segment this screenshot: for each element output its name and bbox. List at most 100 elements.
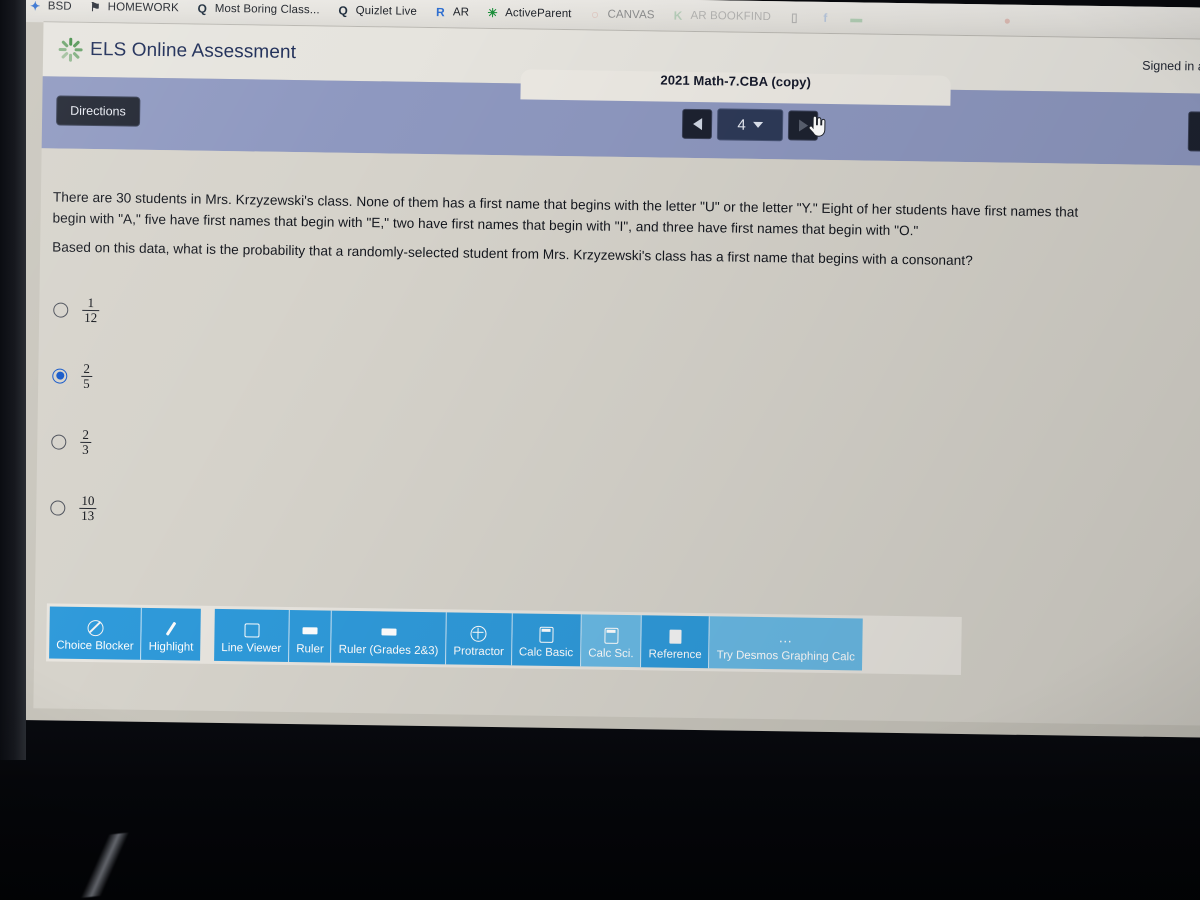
answer-choice-1[interactable]: 1 12: [53, 276, 100, 343]
quizlet-q-icon: Q: [338, 3, 348, 18]
tools-group-1: Choice Blocker Highlight: [49, 606, 201, 661]
pencil-icon: [165, 619, 177, 638]
answer-choices: 1 12 2 5 2 3 10 13: [50, 276, 100, 541]
chevron-down-icon: [752, 121, 763, 128]
document-icon: [669, 627, 682, 646]
tools-gap: [200, 609, 215, 661]
choice-fraction: 2 5: [81, 360, 92, 391]
prev-arrow-icon: [692, 117, 702, 131]
tool-label: Ruler: [296, 643, 324, 656]
calculator-icon: [604, 626, 619, 645]
tool-protractor[interactable]: Protractor: [446, 612, 513, 666]
bookmark-quizlet-live[interactable]: Q Quizlet Live: [336, 3, 418, 19]
tool-label: Calc Basic: [518, 646, 574, 660]
question-paragraph-1: There are 30 students in Mrs. Krzyzewski…: [52, 189, 1079, 239]
bookmark-most-boring-class[interactable]: Q Most Boring Class...: [195, 1, 320, 18]
bookmark-label: Quizlet Live: [355, 4, 418, 18]
quizlet-q-icon: Q: [197, 1, 208, 16]
line-viewer-icon: [243, 621, 260, 640]
no-entry-icon: [87, 618, 104, 637]
fraction-numerator: 2: [83, 360, 91, 376]
bookmark-extra-3[interactable]: ▬: [849, 11, 864, 26]
tool-ruler[interactable]: Ruler: [289, 610, 333, 663]
tool-label: Line Viewer: [221, 642, 282, 656]
bookmark-extra-4[interactable]: ●: [1000, 13, 1015, 28]
calculator-icon: [539, 625, 554, 644]
fraction-denominator: 3: [80, 441, 91, 457]
ellipsis-icon: …: [778, 629, 794, 646]
monitor-bezel-left: [0, 0, 26, 760]
bell-icon: ⚑: [89, 0, 101, 15]
tool-ruler-grades-2-3[interactable]: Ruler (Grades 2&3): [331, 610, 448, 665]
tool-choice-blocker[interactable]: Choice Blocker: [49, 606, 143, 660]
next-page-button[interactable]: [787, 110, 826, 141]
star-icon: ✦: [30, 0, 41, 14]
prev-page-button[interactable]: [681, 108, 713, 140]
next-arrow-icon: [798, 119, 808, 132]
radio-button[interactable]: [51, 433, 67, 450]
tool-line-viewer[interactable]: Line Viewer: [214, 608, 290, 663]
page-number-value: 4: [737, 116, 746, 134]
tool-label: Protractor: [453, 645, 505, 659]
answer-choice-2[interactable]: 2 5: [52, 342, 99, 409]
bookmark-ar[interactable]: R AR: [433, 5, 469, 21]
answer-choice-4[interactable]: 10 13: [50, 474, 97, 541]
brand: ELS Online Assessment: [57, 36, 296, 66]
tool-reference[interactable]: Reference: [641, 615, 711, 669]
bookmark-homework[interactable]: ⚑ HOMEWORK: [88, 0, 179, 16]
question-content: There are 30 students in Mrs. Krzyzewski…: [33, 148, 1200, 726]
directions-button[interactable]: Directions: [55, 95, 141, 127]
bookmark-canvas[interactable]: ◌ CANVAS: [587, 7, 654, 23]
radio-button[interactable]: [50, 499, 66, 516]
fraction-denominator: 13: [79, 507, 97, 523]
red-dot-icon: ●: [1003, 13, 1012, 28]
bookmark-label: HOMEWORK: [107, 1, 179, 15]
spinner-logo-icon: [57, 36, 83, 62]
bookmark-ar-bookfind[interactable]: K AR BOOKFIND: [670, 8, 771, 24]
green-tag-icon: ▬: [850, 11, 863, 26]
radio-button[interactable]: [53, 301, 69, 318]
toolbar-right-button[interactable]: [1187, 111, 1200, 152]
renaissance-r-icon: R: [435, 5, 445, 20]
fraction-numerator: 10: [81, 492, 95, 508]
bookmark-label: AR BOOKFIND: [690, 9, 771, 24]
question-paragraph-2: Based on this data, what is the probabil…: [52, 239, 973, 269]
renaissance-k-icon: K: [673, 8, 683, 23]
monitor-photo: ✦ BSD ⚑ HOMEWORK Q Most Boring Class... …: [0, 0, 1200, 900]
answer-choice-3[interactable]: 2 3: [51, 408, 98, 475]
choice-fraction: 2 3: [80, 426, 91, 457]
signed-in-label: Signed in as: [1142, 58, 1200, 74]
light-streak: [69, 831, 145, 899]
tool-desmos-graphing-calc[interactable]: … Try Desmos Graphing Calc: [709, 616, 863, 671]
page-navigation: 4: [681, 108, 826, 142]
tool-label: Calc Sci.: [588, 647, 634, 661]
fraction-denominator: 5: [81, 375, 92, 391]
protractor-icon: [470, 624, 488, 643]
radio-button-selected[interactable]: [52, 367, 68, 384]
tool-calc-sci[interactable]: Calc Sci.: [581, 614, 643, 668]
fraction-numerator: 1: [87, 294, 95, 310]
ruler-icon: [381, 623, 397, 642]
bookmark-extra-1[interactable]: ▯: [787, 10, 802, 25]
hand-cursor-icon: [808, 115, 826, 137]
tool-calc-basic[interactable]: Calc Basic: [511, 613, 582, 667]
tools-group-2: Line Viewer Ruler Ruler (Grades 2&3) Pro…: [214, 608, 863, 671]
tool-label: Reference: [648, 648, 702, 662]
bookmark-extra-2[interactable]: f: [818, 10, 833, 25]
facebook-icon: f: [823, 10, 828, 25]
bookmark-label: AR: [452, 6, 470, 19]
bookmark-bsd[interactable]: ✦ BSD: [28, 0, 72, 14]
tool-highlight[interactable]: Highlight: [141, 607, 201, 661]
tool-label: Ruler (Grades 2&3): [338, 643, 439, 658]
bookmark-label: CANVAS: [607, 8, 655, 22]
globe-icon: ☀: [487, 5, 499, 21]
keyboard-icon: ▯: [790, 10, 798, 25]
choice-fraction: 10 13: [79, 492, 97, 523]
fraction-numerator: 2: [82, 426, 90, 442]
tool-label: Try Desmos Graphing Calc: [716, 649, 855, 664]
canvas-icon: ◌: [591, 7, 599, 22]
bookmark-activeparent[interactable]: ☀ ActiveParent: [485, 5, 572, 21]
tool-label: Choice Blocker: [56, 639, 134, 653]
browser-window: ✦ BSD ⚑ HOMEWORK Q Most Boring Class... …: [13, 0, 1200, 738]
page-number-select[interactable]: 4: [716, 108, 784, 142]
